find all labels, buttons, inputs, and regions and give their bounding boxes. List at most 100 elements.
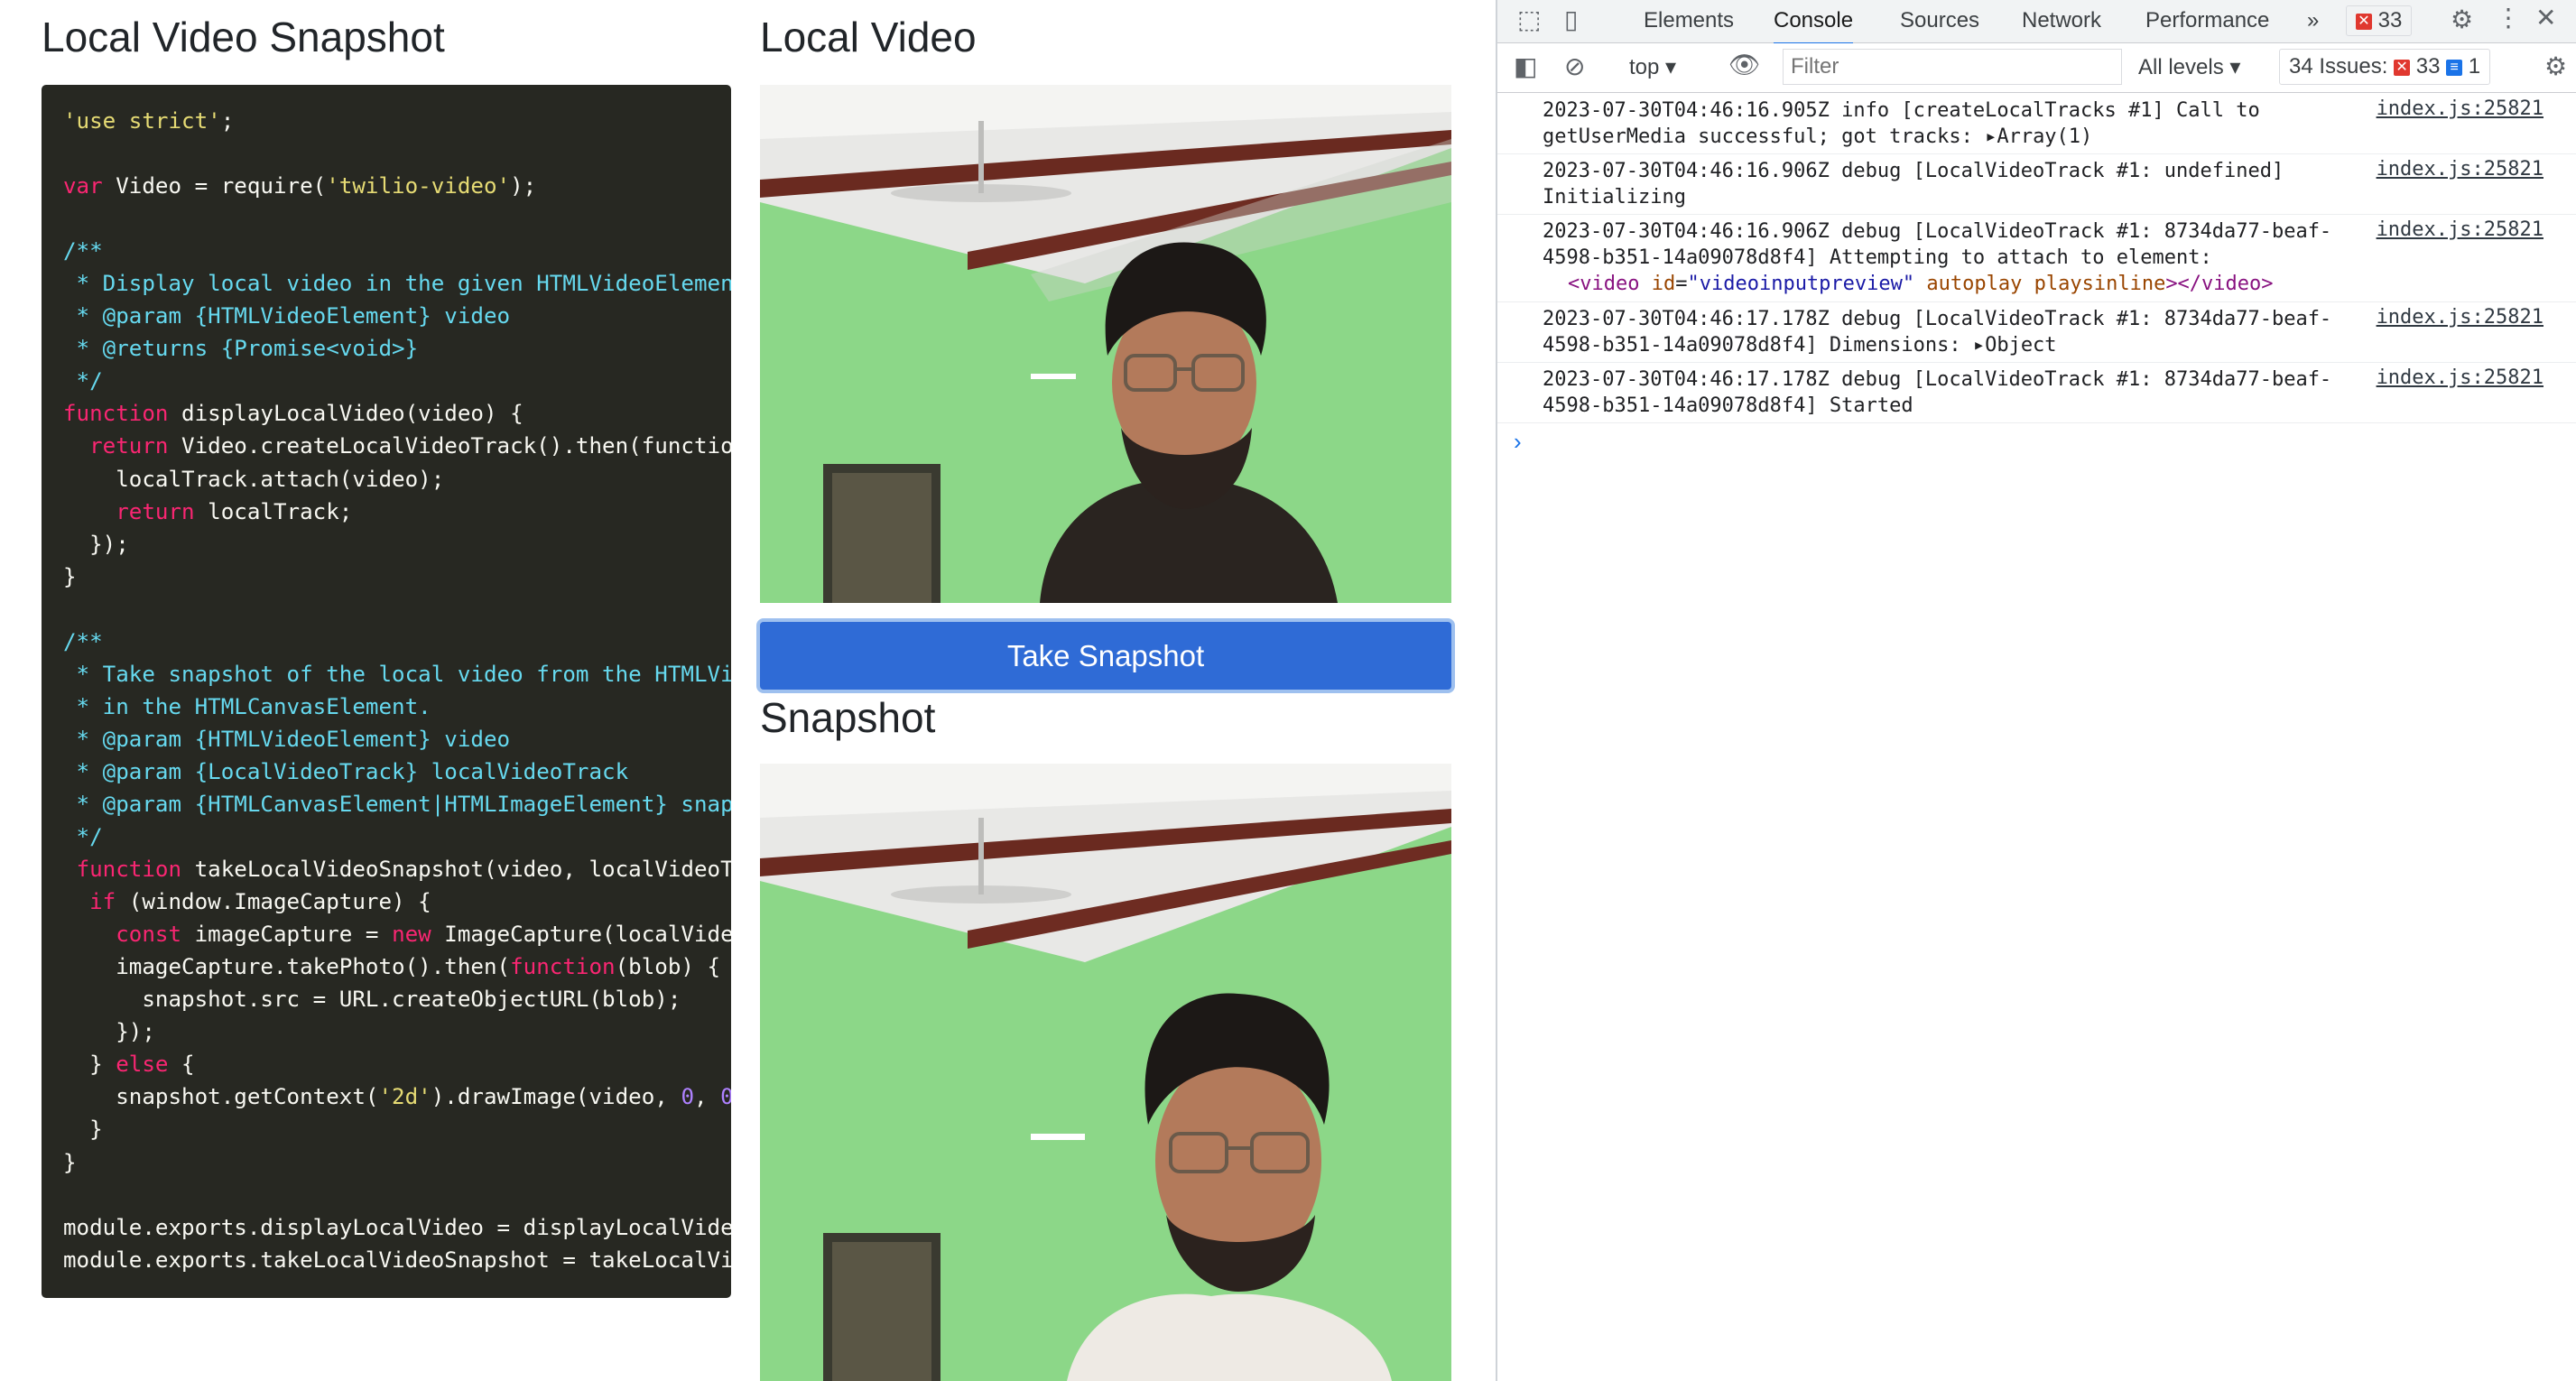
issues-label: 34 Issues: [2289, 54, 2388, 79]
context-selector[interactable]: top ▾ [1629, 54, 1676, 80]
log-text-line2: Initializing [1543, 186, 1686, 209]
error-count-badge[interactable]: ✕ 33 [2346, 5, 2413, 36]
more-options-icon[interactable]: ⋮ [2496, 5, 2521, 31]
live-expression-eye-icon[interactable]: 👁 [1728, 52, 1761, 78]
log-text-line1: 2023-07-30T04:46:17.178Z debug [LocalVid… [1543, 308, 2332, 330]
code-line: * @returns {Promise<void>} [63, 336, 419, 362]
local-video-title: Local Video [760, 14, 977, 60]
issues-button[interactable]: 34 Issues: ✕ 33 ≡ 1 [2279, 49, 2491, 85]
issue-info-icon: ≡ [2446, 59, 2463, 76]
code-line: snapshot.src = URL.createObjectURL(blob)… [142, 987, 681, 1013]
tab-sources[interactable]: Sources [1900, 8, 1979, 42]
code-line: function takeLocalVideoSnapshot(video, l… [76, 857, 731, 883]
devtools-panel: ⬚ ▯ Elements Console Sources Network Per… [1496, 0, 2576, 1381]
console-message: 2023-07-30T04:46:17.178Z debug [LocalVid… [1497, 363, 2576, 423]
log-levels-value: All levels [2138, 55, 2224, 79]
take-snapshot-button[interactable]: Take Snapshot [760, 622, 1451, 690]
code-line: * Take snapshot of the local video from … [63, 661, 731, 687]
code-line: * in the HTMLCanvasElement. [63, 693, 431, 719]
code-line: snapshot.getContext('2d').drawImage(vide… [63, 1084, 731, 1110]
code-line: }); [116, 1019, 155, 1045]
console-prompt[interactable]: › [1514, 428, 1522, 456]
code-line: imageCapture.takePhoto().then(function(b… [63, 954, 721, 980]
log-source-link[interactable]: index.js:25821 [2377, 158, 2544, 181]
log-text-line2: getUserMedia successful; got tracks: ▸Ar… [1543, 124, 2092, 150]
log-text-line2: 4598-b351-14a09078d8f4] Attempting to at… [1543, 246, 2212, 269]
code-line: if (window.ImageCapture) { [89, 889, 431, 915]
log-text-line1: 2023-07-30T04:46:16.906Z debug [LocalVid… [1543, 160, 2284, 182]
issues-error-count: 33 [2415, 54, 2441, 79]
code-line: */ [63, 824, 103, 850]
expandable-object[interactable]: Object [1985, 334, 2056, 357]
expandable-object[interactable]: Array(1) [1997, 125, 2092, 148]
log-levels-dropdown[interactable]: All levels ▾ [2138, 54, 2240, 80]
snapshot-frame [760, 764, 1451, 1381]
code-line: /** [63, 628, 103, 654]
inspect-element-icon[interactable]: ⬚ [1517, 7, 1541, 32]
context-value: top [1629, 55, 1660, 79]
console-filter-input[interactable] [1783, 49, 2122, 85]
sidebar-toggle-icon[interactable]: ◧ [1514, 54, 1537, 79]
code-line: } [63, 563, 77, 589]
code-line: module.exports.displayLocalVideo = displ… [63, 1214, 731, 1240]
log-text-line1: 2023-07-30T04:46:17.178Z debug [LocalVid… [1543, 368, 2332, 391]
expand-triangle-icon[interactable]: ▸ [1973, 334, 1985, 357]
issue-error-icon: ✕ [2394, 59, 2411, 76]
snapshot-title: Snapshot [760, 694, 936, 741]
console-settings-icon[interactable]: ⚙ [2544, 54, 2567, 79]
code-line: 'use strict'; [63, 108, 235, 134]
tab-elements[interactable]: Elements [1644, 8, 1734, 42]
snapshot-image [760, 764, 1451, 1381]
settings-icon[interactable]: ⚙ [2451, 7, 2473, 32]
code-line: * Display local video in the given HTMLV… [63, 271, 731, 297]
local-video[interactable] [760, 85, 1451, 603]
tab-network[interactable]: Network [2022, 8, 2101, 42]
code-line: module.exports.takeLocalVideoSnapshot = … [63, 1247, 731, 1273]
code-line: * @param {HTMLVideoElement} video [63, 303, 511, 329]
console-message: 2023-07-30T04:46:16.906Z debug [LocalVid… [1497, 154, 2576, 215]
tab-performance[interactable]: Performance [2145, 8, 2269, 42]
tab-console[interactable]: Console [1774, 8, 1854, 45]
log-element-html[interactable]: <video id="videoinputpreview" autoplay p… [1568, 271, 2274, 297]
code-line: */ [63, 368, 103, 394]
log-source-link[interactable]: index.js:25821 [2377, 366, 2544, 389]
log-text-line2: 4598-b351-14a09078d8f4] Dimensions: ▸Obj… [1543, 332, 2057, 358]
log-text-line2: 4598-b351-14a09078d8f4] Started [1543, 394, 1913, 417]
local-video-frame [760, 85, 1451, 603]
issues-info-count: 1 [2468, 54, 2481, 79]
code-block[interactable]: 'use strict'; var Video = require('twili… [42, 85, 731, 1298]
log-source-link[interactable]: index.js:25821 [2377, 306, 2544, 329]
error-icon: ✕ [2356, 13, 2372, 30]
error-count: 33 [2377, 8, 2403, 32]
expand-triangle-icon[interactable]: ▸ [1985, 125, 1997, 148]
log-text-line1: 2023-07-30T04:46:16.906Z debug [LocalVid… [1543, 220, 2332, 243]
code-line: var Video = require('twilio-video'); [63, 173, 537, 199]
console-toolbar: ◧ ⊘ top ▾ 👁 All levels ▾ 34 Issues: ✕ 33… [1497, 43, 2576, 93]
code-line: const imageCapture = new ImageCapture(lo… [116, 922, 731, 948]
log-text-line2-content: 4598-b351-14a09078d8f4] Dimensions: [1543, 334, 1973, 357]
log-text-line1: 2023-07-30T04:46:16.905Z info [createLoc… [1543, 99, 2260, 122]
code-line: localTrack.attach(video); [116, 466, 445, 492]
log-source-link[interactable]: index.js:25821 [2377, 97, 2544, 120]
console-message: 2023-07-30T04:46:17.178Z debug [LocalVid… [1497, 302, 2576, 363]
console-message: 2023-07-30T04:46:16.905Z info [createLoc… [1497, 94, 2576, 154]
console-message: 2023-07-30T04:46:16.906Z debug [LocalVid… [1497, 215, 2576, 302]
code-line: } [63, 1149, 77, 1175]
code-line: * @param {LocalVideoTrack} localVideoTra… [63, 758, 629, 784]
code-line: } [89, 1117, 103, 1143]
more-tabs-icon[interactable]: » [2307, 8, 2319, 42]
clear-console-icon[interactable]: ⊘ [1564, 54, 1585, 79]
close-devtools-icon[interactable]: ✕ [2535, 5, 2556, 31]
code-line: } else { [63, 1052, 195, 1078]
code-line: function displayLocalVideo(video) { [63, 401, 524, 427]
devtools-tab-bar: ⬚ ▯ Elements Console Sources Network Per… [1497, 0, 2576, 45]
log-source-link[interactable]: index.js:25821 [2377, 218, 2544, 241]
code-line: * @param {HTMLVideoElement} video [63, 726, 511, 752]
code-line: * @param {HTMLCanvasElement|HTMLImageEle… [63, 791, 731, 817]
code-text: 'use strict'; var Video = require('twili… [42, 85, 731, 1276]
app-page: Local Video Snapshot Local Video 'use st… [0, 0, 1496, 1381]
code-line: return Video.createLocalVideoTrack().the… [89, 433, 731, 459]
device-toolbar-icon[interactable]: ▯ [1564, 7, 1578, 32]
code-line: /** [63, 238, 103, 264]
code-line: return localTrack; [116, 498, 353, 524]
